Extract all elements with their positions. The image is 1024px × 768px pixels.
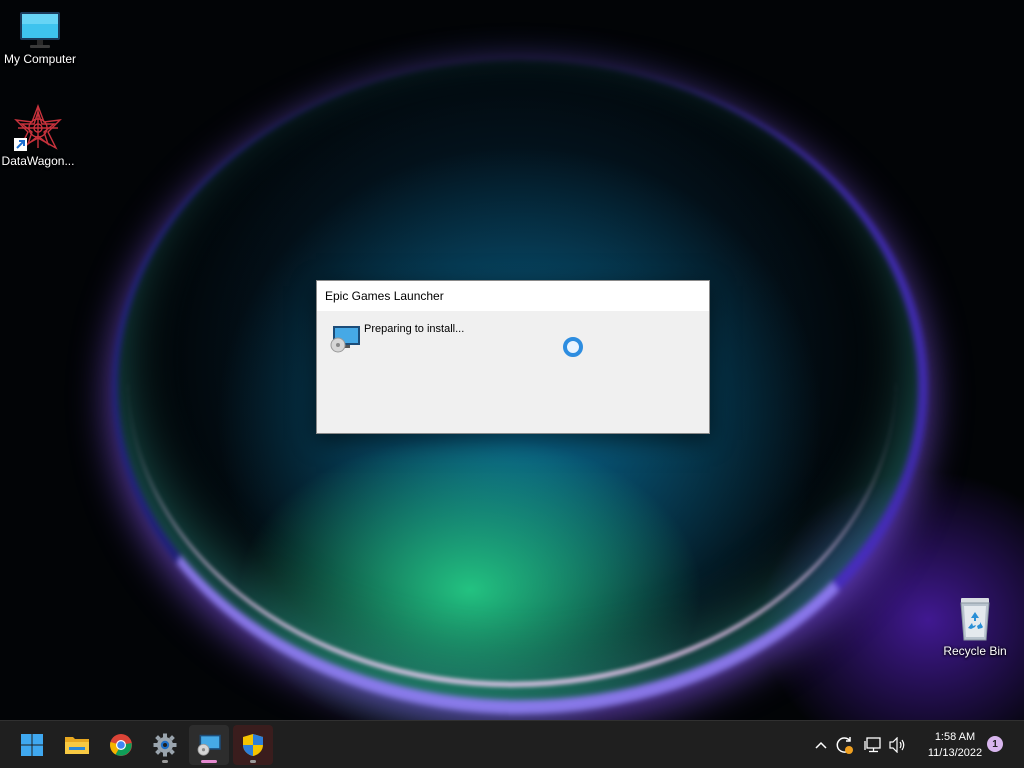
loading-spinner [563,337,583,357]
tray-update-button[interactable] [834,733,856,757]
dialog-title: Epic Games Launcher [325,289,444,303]
recycle-bin-icon [960,598,990,641]
dialog-body: Preparing to install... [317,311,709,433]
start-button[interactable] [12,725,52,765]
start-icon [21,734,43,756]
monitor-icon [20,12,60,48]
desktop-icon-datawagon[interactable]: DataWagon... [0,104,78,168]
tray-volume-button[interactable] [887,733,909,757]
install-status-text: Preparing to install... [364,323,465,335]
taskbar: 1:58 AM 11/13/2022 [0,720,1024,768]
desktop: My Computer DataWagon... Recycle Bin Epi… [0,0,1024,768]
settings-icon [153,733,177,757]
show-hidden-icons-button[interactable] [812,733,830,757]
running-indicator [250,760,256,763]
clock-time: 1:58 AM [934,731,976,743]
chevron-up-icon [815,741,827,749]
sync-update-icon [836,737,853,754]
installer-icon [197,734,221,756]
tray-network-button[interactable] [862,733,884,757]
epic-games-launcher-dialog[interactable]: Epic Games Launcher Preparing to install… [316,280,710,434]
desktop-icon-my-computer[interactable]: My Computer [0,10,80,66]
desktop-icon-label: My Computer [3,52,77,66]
taskbar-security[interactable] [233,725,273,765]
wallpaper-glow [760,470,1024,720]
running-indicator [162,760,168,763]
taskbar-chrome[interactable] [101,725,141,765]
network-icon [864,737,881,753]
installer-icon [330,326,360,353]
security-shield-icon [243,734,263,756]
desktop-icon-recycle-bin[interactable]: Recycle Bin [935,596,1015,658]
volume-icon [889,737,905,753]
clock-date: 11/13/2022 [927,747,983,759]
notification-badge[interactable]: 1 [987,736,1003,752]
taskbar-file-explorer[interactable] [57,725,97,765]
taskbar-installer[interactable] [189,725,229,765]
taskbar-clock[interactable]: 1:58 AM 11/13/2022 [914,729,996,761]
desktop-icon-label: DataWagon... [1,154,75,168]
datawagon-shortcut-icon [14,104,62,151]
taskbar-settings[interactable] [145,725,185,765]
dialog-titlebar[interactable]: Epic Games Launcher [317,281,709,311]
desktop-icon-label: Recycle Bin [943,644,1007,658]
active-indicator [201,760,217,763]
chrome-icon [110,734,132,756]
file-explorer-icon [65,737,89,754]
